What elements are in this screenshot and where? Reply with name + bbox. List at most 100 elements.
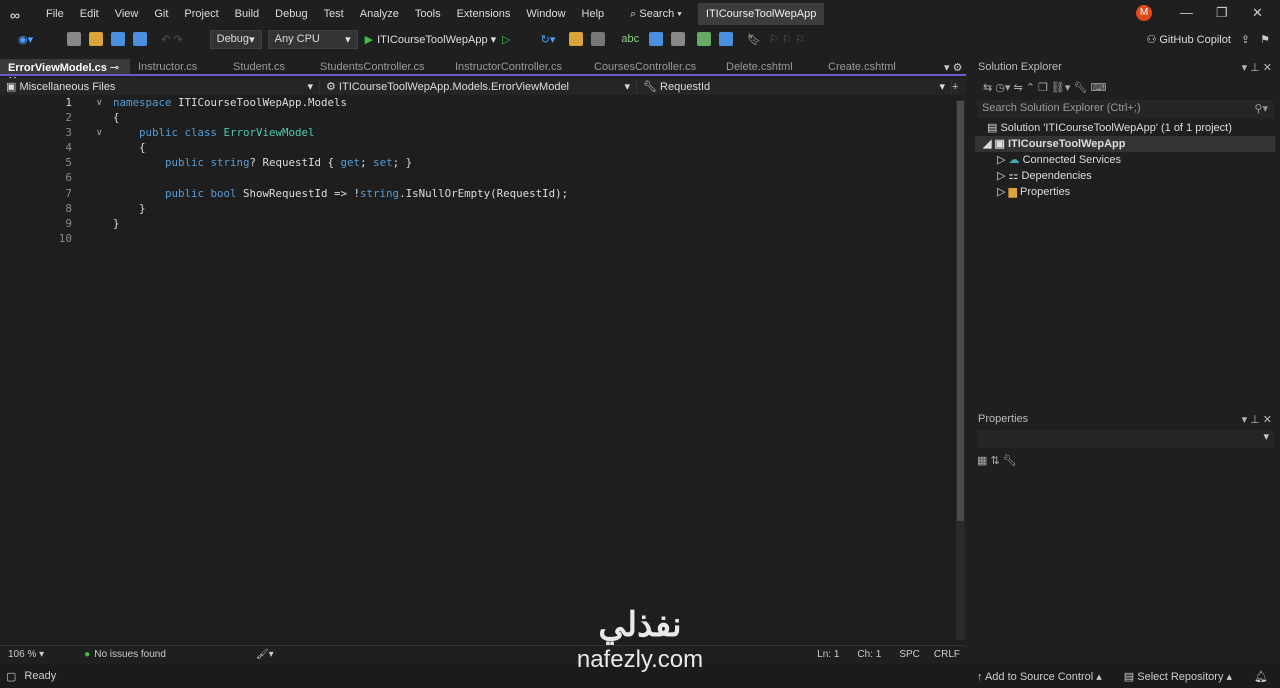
issues-status[interactable]: No issues found	[94, 649, 166, 660]
tab-studentscontroller-cs[interactable]: StudentsController.cs	[312, 59, 447, 74]
refresh-icon[interactable]: ↻▾	[541, 33, 556, 46]
close-button[interactable]: ✕	[1252, 5, 1263, 21]
outdent-icon[interactable]	[719, 32, 734, 46]
project-node[interactable]: ◢ ▣ ITICourseToolWepApp	[975, 136, 1275, 152]
menu-project[interactable]: Project	[176, 8, 226, 20]
run-without-debug-icon[interactable]: ▷	[502, 33, 510, 46]
zoom-select[interactable]: 106 % ▾	[8, 649, 44, 660]
save-icon[interactable]	[111, 32, 126, 46]
member-dropdown[interactable]: 🔧︎ RequestId ▾	[637, 78, 952, 95]
tree-item-dependencies[interactable]: ▷ ⚏ Dependencies	[975, 168, 1275, 184]
editor-status-bar: 106 % ▾ ● No issues found 🖌︎▾ Ln: 1 Ch: …	[0, 645, 966, 662]
comment-icon[interactable]	[649, 32, 664, 46]
tab-label: StudentsController.cs	[320, 61, 425, 73]
panel-controls-icon[interactable]: ▾ ⊥ ✕	[1242, 413, 1272, 426]
feedback-icon[interactable]: ⚑	[1260, 33, 1270, 46]
split-icon[interactable]: +	[952, 81, 958, 93]
undo-icon[interactable]: ↶ ↷	[161, 33, 183, 46]
add-to-source-control-button[interactable]: ↑ Add to Source Control ▴	[977, 670, 1102, 683]
indent-icon[interactable]	[697, 32, 712, 46]
line-indicator[interactable]: Ln: 1	[817, 649, 839, 660]
save-all-icon[interactable]	[133, 32, 148, 46]
bookmark-icon[interactable]: 🔖︎	[747, 33, 761, 46]
tab-instructorcontroller-cs[interactable]: InstructorController.cs	[447, 59, 586, 74]
menu-git[interactable]: Git	[146, 8, 176, 20]
tab-instructor-cs[interactable]: Instructor.cs	[130, 59, 225, 74]
menu-analyze[interactable]: Analyze	[352, 8, 407, 20]
menu-file[interactable]: File	[38, 8, 72, 20]
properties-toolbar[interactable]: ▦ ⇅ 🔧︎	[975, 450, 1275, 471]
char-indicator[interactable]: Ch: 1	[857, 649, 881, 660]
tree-item-properties[interactable]: ▷ ▆ Properties	[975, 184, 1275, 200]
tab-delete-cshtml[interactable]: Delete.cshtml	[718, 59, 820, 74]
editor-scrollbar[interactable]	[956, 100, 965, 640]
fold-icon[interactable]: ∨	[96, 97, 103, 108]
line-number: 2	[65, 111, 72, 125]
select-repository-button[interactable]: ▤ Select Repository ▴	[1124, 670, 1232, 683]
solution-search-input[interactable]: Search Solution Explorer (Ctrl+;) ⚲▾	[977, 100, 1273, 118]
line-ending-indicator[interactable]: CRLF	[934, 649, 960, 660]
spellcheck-icon[interactable]: abc	[621, 33, 639, 45]
code-cleanup-icon[interactable]: 🖌︎▾	[256, 649, 274, 660]
tab-errorviewmodel-cs[interactable]: ErrorViewModel.cs ⊸ ✕	[0, 59, 130, 87]
minimize-button[interactable]: —	[1180, 5, 1193, 20]
bookmark-nav-icon[interactable]: ⚐ ⚐ ⚐	[769, 33, 805, 46]
app-title: ITICourseToolWepApp	[697, 3, 825, 25]
configuration-select[interactable]: Debug ▾	[209, 29, 262, 49]
platform-select[interactable]: Any CPU ▾	[267, 29, 358, 49]
open-icon[interactable]	[89, 32, 104, 46]
type-dropdown[interactable]: ⚙ ITICourseToolWepApp.Models.ErrorViewMo…	[320, 78, 637, 95]
menu-build[interactable]: Build	[227, 8, 267, 20]
tab-student-cs[interactable]: Student.cs	[225, 59, 312, 74]
tree-item-connected-services[interactable]: ▷ ☁ Connected Services	[975, 152, 1275, 168]
new-project-icon[interactable]	[67, 32, 82, 46]
fold-icon[interactable]: ∨	[96, 127, 103, 138]
project-dropdown[interactable]: ▣ Miscellaneous Files ▾	[0, 78, 320, 95]
menu-extensions[interactable]: Extensions	[449, 8, 519, 20]
solution-explorer-panel: Solution Explorer ▾ ⊥ ✕ ⇆ ◷▾ ⇋ ⌃ ❐ ⛓▾ 🔧︎ …	[975, 59, 1275, 404]
properties-object-select[interactable]: ▾	[977, 430, 1273, 448]
menu-tools[interactable]: Tools	[407, 8, 449, 20]
run-icon[interactable]: ▶	[365, 33, 373, 46]
menu-bar: File Edit View Git Project Build Debug Test Anal…	[38, 8, 612, 20]
line-number: 5	[65, 156, 72, 170]
code-editor[interactable]: 1 2 3 4 5 6 7 8 9 10 ∨ ∨ namespace ITICourseToolW…	[0, 95, 966, 645]
layout-icon[interactable]	[591, 32, 606, 46]
menu-help[interactable]: Help	[574, 8, 613, 20]
tab-label: CoursesController.cs	[594, 61, 697, 73]
code-text[interactable]: namespace ITICourseToolWepApp.Models { p…	[113, 95, 568, 231]
folder-icon[interactable]	[569, 32, 584, 46]
notifications-icon[interactable]: 🔔︎	[1254, 670, 1268, 683]
back-icon[interactable]: ◉▾	[18, 33, 33, 46]
restore-button[interactable]: ❐	[1216, 5, 1228, 21]
whitespace-indicator[interactable]: SPC	[899, 649, 920, 660]
solution-node[interactable]: ▤ Solution 'ITICourseToolWepApp' (1 of 1…	[975, 120, 1275, 136]
avatar[interactable]: M	[1136, 5, 1152, 21]
toolbar: ◉▾ ↶ ↷ Debug ▾ Any CPU ▾ ▶ ITICourseToolWe…	[0, 28, 1280, 50]
issues-ok-icon: ●	[84, 648, 91, 660]
line-number: 7	[65, 186, 72, 200]
navigation-bar: ▣ Miscellaneous Files ▾ ⚙ ITICourseToolWe…	[0, 78, 966, 95]
properties-panel: Properties ▾ ⊥ ✕ ▾ ▦ ⇅ 🔧︎	[975, 411, 1275, 661]
line-number: 10	[58, 231, 72, 245]
title-bar: ∞ File Edit View Git Project Build Debug Test An…	[0, 0, 1280, 28]
line-number: 4	[65, 141, 72, 155]
panel-controls-icon[interactable]: ▾ ⊥ ✕	[1242, 61, 1272, 74]
tab-list-icon[interactable]: ▾ ⚙	[944, 61, 962, 74]
github-copilot-button[interactable]: ⚇ GitHub Copilot	[1146, 33, 1230, 46]
tab-label: ErrorViewModel.cs	[8, 62, 107, 74]
sync-icon[interactable]: ⇆ ◷▾ ⇋ ⌃ ❐ ⛓▾ 🔧︎ ⌨	[983, 81, 1106, 94]
tab-create-cshtml[interactable]: Create.cshtml	[820, 59, 958, 74]
menu-view[interactable]: View	[107, 8, 147, 20]
menu-test[interactable]: Test	[316, 8, 352, 20]
tab-coursescontroller-cs[interactable]: CoursesController.cs	[586, 59, 718, 74]
visual-studio-logo-icon: ∞	[10, 7, 20, 23]
menu-edit[interactable]: Edit	[72, 8, 107, 20]
menu-window[interactable]: Window	[518, 8, 573, 20]
menu-debug[interactable]: Debug	[267, 8, 315, 20]
run-target-button[interactable]: ITICourseToolWepApp ▾	[377, 33, 496, 46]
solution-tree: ▤ Solution 'ITICourseToolWepApp' (1 of 1…	[975, 120, 1275, 200]
uncomment-icon[interactable]	[671, 32, 686, 46]
share-icon[interactable]: ⇪	[1241, 33, 1250, 46]
search-button[interactable]: ⌕ Search ▾	[620, 8, 692, 21]
